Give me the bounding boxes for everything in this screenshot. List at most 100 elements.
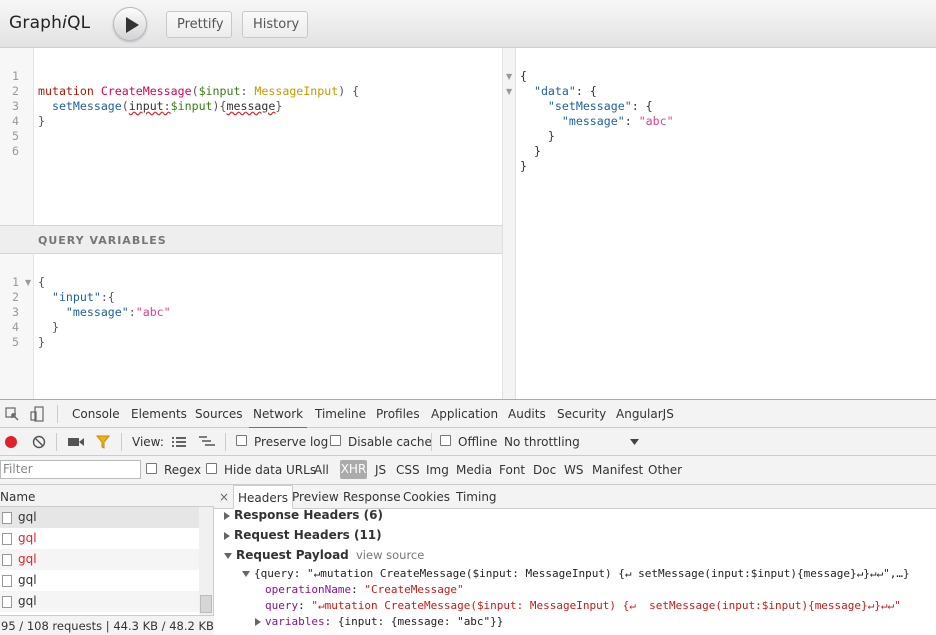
tab-console[interactable]: Console: [72, 407, 120, 421]
tab-sources[interactable]: Sources: [195, 407, 242, 421]
request-row[interactable]: gql: [0, 570, 199, 591]
view-source-link[interactable]: view source: [356, 548, 424, 562]
tab-cookies[interactable]: Cookies: [403, 490, 450, 504]
tab-timing[interactable]: Timing: [456, 490, 497, 504]
regex-checkbox[interactable]: [146, 463, 157, 474]
request-row[interactable]: gql: [0, 549, 199, 570]
tab-application[interactable]: Application: [431, 407, 498, 421]
tab-response[interactable]: Response: [343, 490, 401, 504]
line-number: 3: [12, 305, 19, 319]
result-gutter: ▼ ▼: [502, 48, 516, 399]
vars-line-1: {: [38, 275, 45, 289]
regex-label: Regex: [164, 463, 202, 477]
payload-summary[interactable]: {query: "↵mutation CreateMessage($input:…: [242, 567, 910, 580]
request-row[interactable]: gql: [0, 507, 199, 528]
file-icon: [2, 533, 12, 545]
history-button[interactable]: History: [242, 11, 308, 38]
request-list-scrollbar[interactable]: [199, 507, 213, 615]
tab-profiles[interactable]: Profiles: [376, 407, 420, 421]
preserve-log-checkbox[interactable]: [236, 435, 247, 446]
record-icon[interactable]: [4, 435, 18, 449]
inspect-element-icon[interactable]: [5, 407, 19, 421]
overview-icon[interactable]: [199, 436, 215, 448]
close-detail-button[interactable]: ×: [219, 490, 229, 504]
offline-checkbox[interactable]: [440, 435, 451, 446]
vars-line-2: "input":{: [51, 290, 115, 304]
query-variables-header[interactable]: QUERY VARIABLES: [0, 225, 502, 254]
name-column-header[interactable]: Name: [0, 485, 214, 507]
tab-audits[interactable]: Audits: [508, 407, 546, 421]
detail-tab-bar: × Headers Preview Response Cookies Timin…: [214, 485, 936, 509]
line-number: 4: [12, 320, 19, 334]
tab-preview[interactable]: Preview: [292, 490, 339, 504]
filter-css[interactable]: CSS: [396, 463, 420, 477]
offline-label: Offline: [458, 435, 498, 449]
filter-all[interactable]: All: [314, 463, 329, 477]
expand-arrow-icon: [255, 618, 261, 626]
tab-angularjs[interactable]: AngularJS: [616, 407, 674, 421]
graphiql-toolbar: GraphiQL Prettify History: [0, 0, 936, 48]
request-detail-pane: × Headers Preview Response Cookies Timin…: [214, 485, 936, 635]
chevron-down-icon[interactable]: [630, 439, 639, 445]
result-viewer: { "data": { "setMessage": { "message": "…: [516, 48, 936, 399]
disable-cache-label: Disable cache: [348, 435, 432, 449]
request-list: Name gql gql gql gql gql 95 / 108 reques…: [0, 485, 214, 635]
result-line: {: [520, 69, 527, 83]
line-number: 5: [12, 335, 19, 349]
fold-arrow-icon[interactable]: ▼: [25, 278, 31, 287]
query-editor[interactable]: 1 2 3 4 5 6 mutation CreateMessage($inpu…: [0, 48, 502, 225]
tab-headers[interactable]: Headers: [233, 485, 293, 509]
payload-variables[interactable]: variables: {input: {message: "abc"}}: [255, 615, 503, 628]
filter-manifest[interactable]: Manifest: [592, 463, 643, 477]
divider: [431, 433, 432, 451]
execute-query-button[interactable]: [113, 7, 147, 41]
line-number: 2: [12, 84, 19, 98]
filter-media[interactable]: Media: [456, 463, 492, 477]
preserve-log-label: Preserve log: [254, 435, 329, 449]
disable-cache-checkbox[interactable]: [330, 435, 341, 446]
clear-icon[interactable]: [32, 435, 46, 449]
throttling-select[interactable]: No throttling: [504, 435, 580, 449]
divider: [121, 433, 122, 451]
filter-input[interactable]: Filter: [0, 460, 141, 479]
request-row[interactable]: gql: [0, 528, 199, 549]
filter-other[interactable]: Other: [648, 463, 682, 477]
capture-screenshots-icon[interactable]: [68, 436, 84, 448]
filter-js[interactable]: JS: [375, 463, 386, 477]
filter-font[interactable]: Font: [499, 463, 525, 477]
divider: [57, 405, 58, 423]
request-summary: 95 / 108 requests | 44.3 KB / 48.2 KB tr…: [0, 615, 214, 635]
filter-doc[interactable]: Doc: [533, 463, 556, 477]
response-headers-section[interactable]: Response Headers (6): [224, 508, 383, 522]
tab-elements[interactable]: Elements: [131, 407, 187, 421]
fold-arrow-icon[interactable]: ▼: [506, 87, 512, 96]
scrollbar-thumb[interactable]: [200, 595, 212, 613]
filter-xhr[interactable]: XHR: [340, 460, 367, 479]
line-number: 1: [12, 275, 19, 289]
tab-network[interactable]: Network: [248, 407, 308, 429]
file-icon: [2, 596, 12, 608]
divider: [56, 433, 57, 451]
devtools-tab-bar: Console Elements Sources Network Timelin…: [0, 400, 936, 429]
hide-data-urls-checkbox[interactable]: [206, 463, 217, 474]
tab-timeline[interactable]: Timeline: [315, 407, 366, 421]
vars-line-3: "message":"abc": [65, 305, 171, 319]
filter-ws[interactable]: WS: [564, 463, 583, 477]
request-headers-section[interactable]: Request Headers (11): [224, 528, 382, 542]
vars-line-4: }: [51, 320, 59, 334]
query-line-3: setMessage(input:$input){message}: [51, 99, 283, 113]
fold-arrow-icon[interactable]: ▼: [506, 72, 512, 81]
request-payload-section[interactable]: Request Payload: [224, 548, 349, 562]
variables-editor-gutter: 1 2 3 4 5 ▼: [0, 254, 34, 399]
filter-icon[interactable]: [96, 435, 110, 449]
result-line: }: [547, 129, 555, 143]
tab-security[interactable]: Security: [557, 407, 606, 421]
result-line: "message": "abc": [561, 114, 674, 128]
device-mode-icon[interactable]: [30, 406, 44, 422]
filter-img[interactable]: Img: [426, 463, 449, 477]
prettify-button[interactable]: Prettify: [166, 11, 232, 38]
variables-editor[interactable]: 1 2 3 4 5 ▼ { "input":{ "message":"abc" …: [0, 254, 502, 399]
payload-query: query: "↵mutation CreateMessage($input: …: [265, 599, 901, 612]
large-rows-icon[interactable]: [172, 437, 186, 447]
request-row[interactable]: gql: [0, 591, 199, 612]
